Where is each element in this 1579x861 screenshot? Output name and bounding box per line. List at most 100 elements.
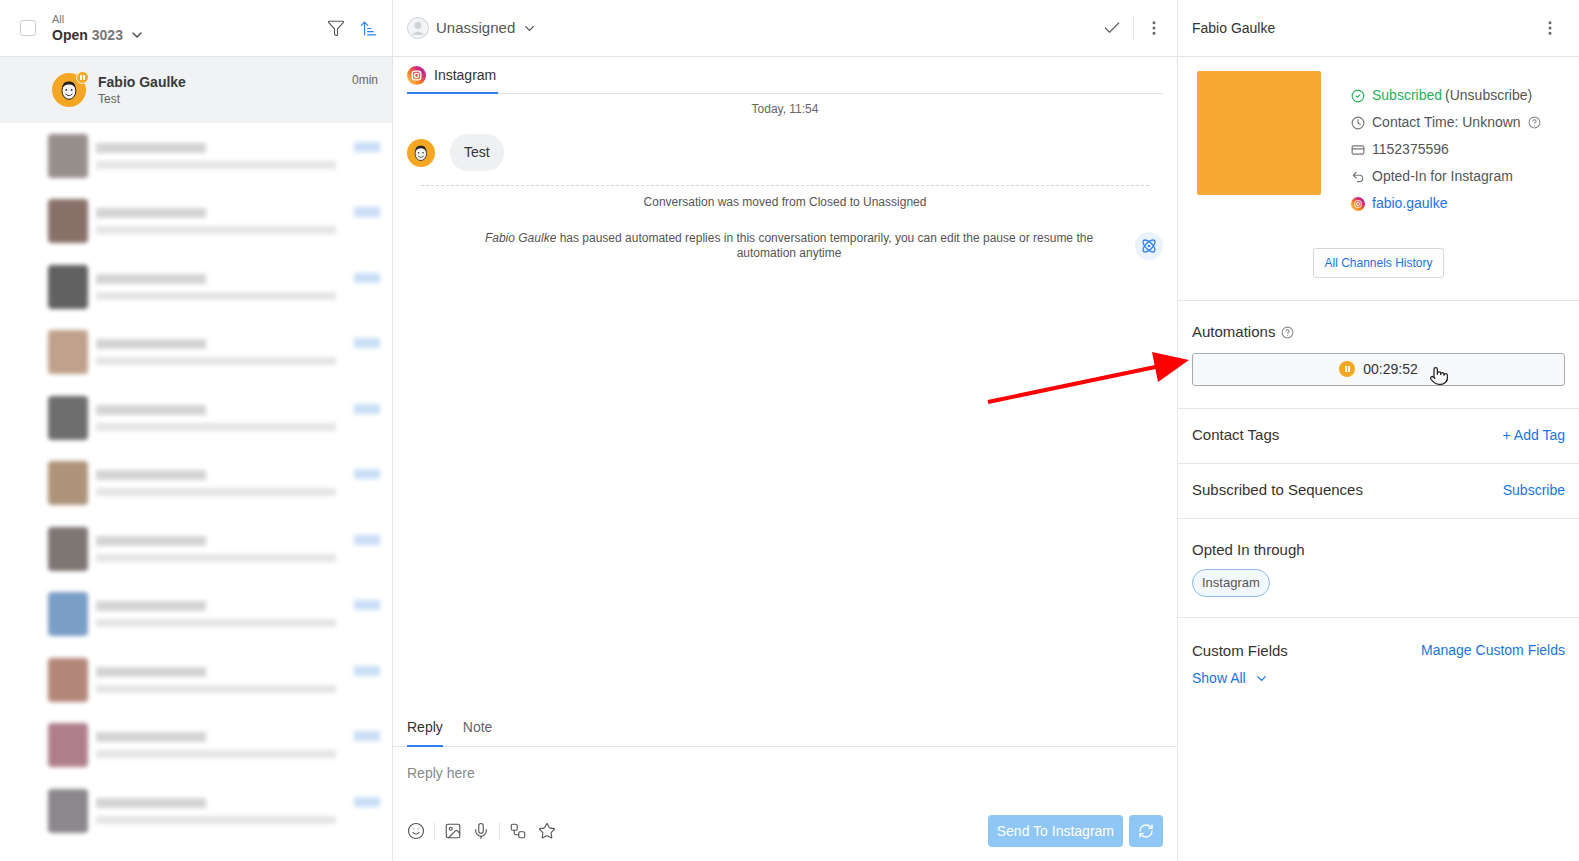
image-icon[interactable] — [444, 822, 462, 840]
redacted-preview — [96, 685, 336, 693]
composer-tabs: Reply Note — [393, 717, 1177, 747]
contact-list: Fabio GaulkeTest0min — [0, 57, 392, 844]
instagram-handle-icon — [1351, 197, 1365, 211]
sort-icon[interactable] — [359, 19, 378, 38]
contact-item[interactable] — [0, 778, 392, 844]
instagram-icon — [407, 66, 426, 85]
channel-tab[interactable]: Instagram — [407, 65, 498, 94]
conversation-list-panel: AllOpen3023 Fabio GaulkeTest0min — [0, 0, 393, 861]
reset-button[interactable] — [1129, 815, 1163, 847]
user-placeholder-icon — [407, 17, 429, 39]
subscription-status: Subscribed(Unsubscribe) — [1351, 85, 1541, 106]
redacted-time — [354, 273, 380, 283]
contact-preview: Test — [98, 91, 352, 107]
contact-item[interactable] — [0, 647, 392, 713]
close-conversation-icon[interactable] — [1102, 18, 1122, 38]
redacted-name — [96, 536, 206, 546]
contact-item[interactable] — [0, 320, 392, 386]
opt-in-icon — [1351, 170, 1365, 184]
id-card-icon — [1351, 143, 1365, 157]
redacted-preview — [96, 226, 336, 234]
automation-icon — [1141, 238, 1157, 254]
contact-time: Contact Time: Unknown — [1351, 112, 1541, 133]
redacted-avatar — [48, 134, 88, 178]
redacted-time — [354, 666, 380, 676]
contact-item[interactable] — [0, 713, 392, 779]
contact-item[interactable] — [0, 516, 392, 582]
redacted-preview — [96, 161, 336, 169]
resume-automation-button[interactable] — [1135, 232, 1163, 260]
contact-item[interactable]: Fabio GaulkeTest0min — [0, 57, 392, 123]
subscribe-link[interactable]: Subscribe — [1503, 480, 1565, 501]
contact-item[interactable] — [0, 451, 392, 517]
contact-item[interactable] — [0, 189, 392, 255]
contact-item[interactable] — [0, 582, 392, 648]
redacted-avatar — [48, 527, 88, 571]
automations-section: Automations 00:29:52 — [1178, 301, 1579, 409]
channel-tabs: Instagram — [407, 65, 1163, 94]
redacted-preview — [96, 488, 336, 496]
opted-in-section: Opted In throughInstagram — [1178, 519, 1579, 618]
channels-history-button[interactable]: All Channels History — [1313, 248, 1443, 278]
redacted-time — [354, 469, 380, 479]
contact-item[interactable] — [0, 385, 392, 451]
check-circle-icon — [1351, 89, 1365, 103]
send-button[interactable]: Send To Instagram — [988, 815, 1123, 847]
opt-in-status: Opted-In for Instagram — [1351, 166, 1541, 187]
contact-item[interactable] — [0, 123, 392, 189]
redacted-name — [96, 274, 206, 284]
more-icon[interactable] — [1145, 19, 1163, 37]
filter-icon[interactable] — [327, 19, 345, 37]
assignee-dropdown[interactable]: Unassigned — [407, 17, 537, 40]
redacted-name — [96, 208, 206, 218]
select-all-checkbox[interactable] — [20, 20, 36, 36]
assignee-label: Unassigned — [436, 17, 515, 40]
manage-custom-fields-link[interactable]: Manage Custom Fields — [1421, 640, 1565, 661]
redacted-preview — [96, 423, 336, 431]
redacted-name — [96, 405, 206, 415]
emoji-icon[interactable] — [407, 822, 425, 840]
redacted-avatar — [48, 396, 88, 440]
pause-actor: Fabio Gaulke — [485, 231, 556, 245]
filter-label: Open — [52, 26, 88, 44]
automations-title: Automations — [1192, 321, 1275, 344]
redacted-time — [354, 404, 380, 414]
chevron-down-icon — [1254, 671, 1269, 686]
conversation-panel: UnassignedInstagramToday, 11:54TestConve… — [393, 0, 1177, 861]
more-icon[interactable] — [1541, 19, 1559, 37]
show-all-toggle[interactable]: Show All — [1192, 668, 1565, 689]
add-tag-link[interactable]: + Add Tag — [1503, 425, 1565, 446]
automation-pause-button[interactable]: 00:29:52 — [1192, 353, 1565, 386]
redacted-avatar — [48, 723, 88, 767]
flow-icon[interactable] — [509, 822, 527, 840]
redacted-time — [354, 731, 380, 741]
conversation-header: Unassigned — [393, 0, 1177, 57]
refresh-icon — [1138, 823, 1154, 839]
unsubscribe-link[interactable]: (Unsubscribe) — [1445, 85, 1532, 106]
redacted-time — [354, 142, 380, 152]
contact-item[interactable] — [0, 254, 392, 320]
redacted-time — [354, 797, 380, 807]
redacted-time — [354, 338, 380, 348]
opt-in-chip: Instagram — [1192, 569, 1270, 597]
pause-event: Fabio Gaulke has paused automated replie… — [393, 231, 1177, 261]
contact-time: 0min — [352, 71, 378, 89]
redacted-preview — [96, 554, 336, 562]
redacted-avatar — [48, 265, 88, 309]
conversation-count: 3023 — [92, 26, 123, 44]
automation-timer: 00:29:52 — [1363, 359, 1418, 380]
saved-reply-icon[interactable] — [538, 822, 556, 840]
help-icon[interactable] — [1281, 326, 1294, 339]
instagram-handle[interactable]: fabio.gaulke — [1351, 193, 1541, 214]
scope-label: All — [52, 13, 145, 26]
reply-input[interactable]: Reply here — [393, 747, 1177, 811]
redacted-avatar — [48, 330, 88, 374]
composer-tab[interactable]: Note — [463, 717, 493, 747]
composer-tab[interactable]: Reply — [407, 717, 443, 747]
list-filter-dropdown[interactable]: AllOpen3023 — [52, 13, 145, 44]
list-header: AllOpen3023 — [0, 0, 392, 57]
microphone-icon[interactable] — [472, 822, 490, 840]
clock-icon — [1351, 116, 1365, 130]
redacted-avatar — [48, 789, 88, 833]
help-icon[interactable] — [1528, 116, 1541, 129]
